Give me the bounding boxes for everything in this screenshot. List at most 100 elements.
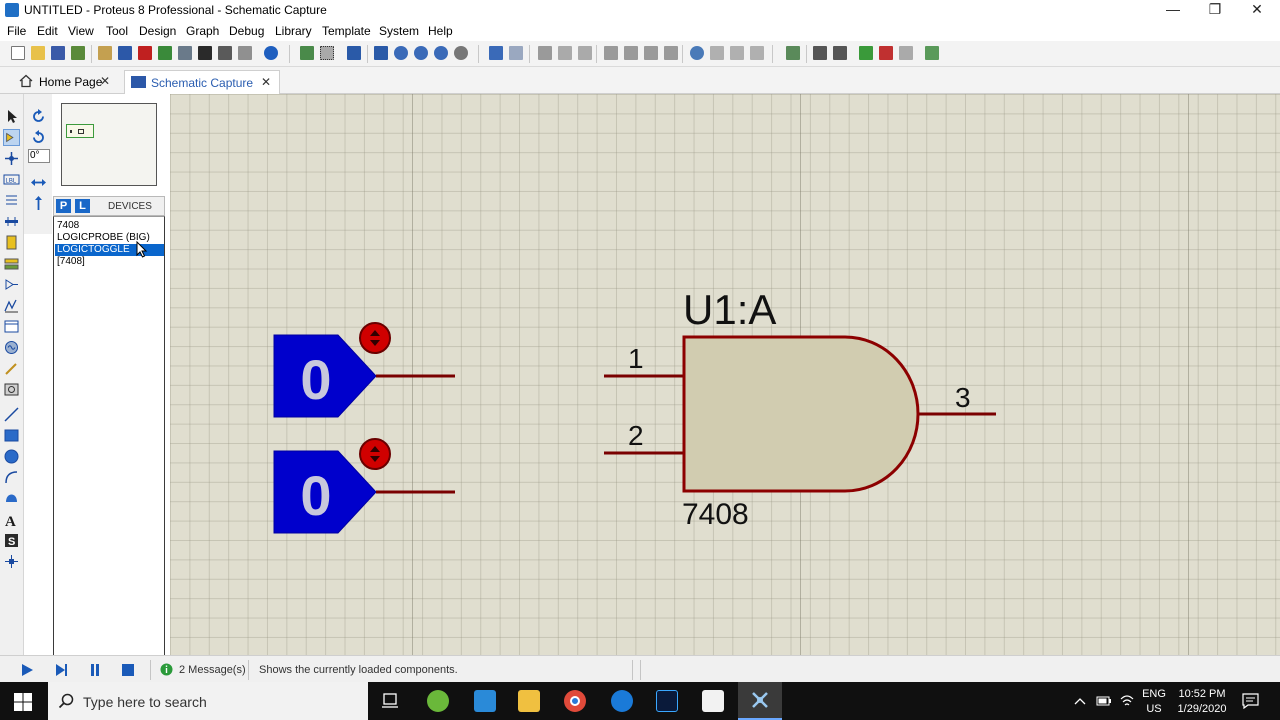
arc-draw-icon[interactable] xyxy=(3,469,20,486)
symbol-draw-icon[interactable]: S xyxy=(3,532,20,549)
generator-icon[interactable] xyxy=(3,339,20,356)
edge-icon[interactable] xyxy=(611,690,633,712)
rotate-anticlockwise-icon[interactable] xyxy=(30,129,47,146)
path-draw-icon[interactable] xyxy=(3,490,20,507)
buses-icon[interactable] xyxy=(3,213,20,230)
task-view-icon[interactable] xyxy=(380,692,400,710)
close-icon[interactable]: ✕ xyxy=(261,75,271,89)
app-icon-blue[interactable] xyxy=(474,690,496,712)
pause-icon[interactable] xyxy=(88,663,102,677)
wire-label-icon[interactable]: LBL xyxy=(3,171,20,188)
close-icon[interactable]: ✕ xyxy=(100,74,110,88)
mirror-horizontal-icon[interactable] xyxy=(30,174,47,191)
block-rotate-icon[interactable] xyxy=(642,44,660,62)
text-script-icon[interactable] xyxy=(3,192,20,209)
taskbar-search-box[interactable]: Type here to search xyxy=(48,682,368,720)
menu-file[interactable]: File xyxy=(7,24,26,38)
graph-mode-icon[interactable] xyxy=(3,297,20,314)
block-copy-icon[interactable] xyxy=(602,44,620,62)
3d-view-icon[interactable] xyxy=(176,44,194,62)
mirror-vertical-icon[interactable] xyxy=(30,195,47,212)
box-draw-icon[interactable] xyxy=(3,427,20,444)
library-manager-button[interactable]: L xyxy=(75,199,90,213)
line-draw-icon[interactable] xyxy=(3,406,20,423)
notifications-icon[interactable] xyxy=(1242,693,1259,709)
cut-icon[interactable] xyxy=(536,44,554,62)
zoom-out-icon[interactable] xyxy=(412,44,430,62)
logic-toggle-2[interactable]: 0 xyxy=(273,438,455,534)
store-icon[interactable] xyxy=(702,690,724,712)
toggle-2-button[interactable] xyxy=(359,438,391,470)
menu-edit[interactable]: Edit xyxy=(37,24,58,38)
menu-help[interactable]: Help xyxy=(428,24,453,38)
home-icon[interactable] xyxy=(96,44,114,62)
and-gate-u1a[interactable]: U1:A 7408 1 2 3 xyxy=(604,286,996,531)
pcb-icon[interactable] xyxy=(136,44,154,62)
block-move-icon[interactable] xyxy=(622,44,640,62)
virtual-instruments-icon[interactable] xyxy=(3,381,20,398)
paste-icon[interactable] xyxy=(576,44,594,62)
voltage-probe-icon[interactable] xyxy=(3,360,20,377)
minimize-button[interactable]: — xyxy=(1150,0,1196,21)
menu-system[interactable]: System xyxy=(379,24,419,38)
exit-to-parent-icon[interactable] xyxy=(897,44,915,62)
devices-list[interactable]: 7408 LOGICPROBE (BIG) LOGICTOGGLE [7408] xyxy=(53,216,165,656)
new-sheet-icon[interactable] xyxy=(857,44,875,62)
selection-mode-icon[interactable] xyxy=(3,108,20,125)
input-language[interactable]: ENG US xyxy=(1140,687,1168,717)
tape-recorder-icon[interactable] xyxy=(3,318,20,335)
subcircuit-icon[interactable] xyxy=(3,234,20,251)
refresh-icon[interactable] xyxy=(298,44,316,62)
windows-start-icon[interactable] xyxy=(14,693,32,711)
rotation-angle-input[interactable]: 0° xyxy=(28,149,50,163)
wifi-icon[interactable] xyxy=(1119,694,1135,708)
design-explorer-icon[interactable] xyxy=(236,44,254,62)
junction-dot-icon[interactable] xyxy=(3,150,20,167)
terminals-icon[interactable] xyxy=(3,255,20,272)
menu-view[interactable]: View xyxy=(68,24,94,38)
undo-icon[interactable] xyxy=(487,44,505,62)
gerber-icon[interactable] xyxy=(156,44,174,62)
tab-home-page[interactable]: Home Page ✕ xyxy=(14,70,118,94)
schematic-canvas[interactable]: 0 0 U1:A 7408 1 2 3 xyxy=(170,94,1280,655)
help-icon[interactable] xyxy=(262,44,280,62)
tab-schematic-capture[interactable]: Schematic Capture ✕ xyxy=(124,70,280,94)
block-delete-icon[interactable] xyxy=(662,44,680,62)
close-button[interactable]: ✕ xyxy=(1234,0,1280,21)
zoom-all-icon[interactable] xyxy=(432,44,450,62)
pick-device-icon[interactable] xyxy=(688,44,706,62)
marker-icon[interactable] xyxy=(3,553,20,570)
copy-icon[interactable] xyxy=(556,44,574,62)
grid-icon[interactable] xyxy=(318,44,336,62)
make-device-icon[interactable] xyxy=(708,44,726,62)
logic-toggle-1[interactable]: 0 xyxy=(273,322,455,418)
component-mode-icon[interactable] xyxy=(3,129,20,146)
menu-tool[interactable]: Tool xyxy=(106,24,128,38)
chrome-icon[interactable] xyxy=(564,690,586,712)
battery-icon[interactable] xyxy=(1096,695,1112,707)
netlist-icon[interactable] xyxy=(923,44,941,62)
file-explorer-icon[interactable] xyxy=(518,690,540,712)
stop-icon[interactable] xyxy=(121,663,135,677)
proteus-taskbar-button[interactable] xyxy=(738,682,782,720)
restore-button[interactable]: ❐ xyxy=(1192,0,1238,21)
toggle-1-button[interactable] xyxy=(359,322,391,354)
device-item[interactable]: 7408 xyxy=(55,220,164,232)
decompose-icon[interactable] xyxy=(748,44,766,62)
save-icon[interactable] xyxy=(49,44,67,62)
bom-icon[interactable] xyxy=(196,44,214,62)
packaging-tool-icon[interactable] xyxy=(728,44,746,62)
play-icon[interactable] xyxy=(20,663,34,677)
system-clock[interactable]: 10:52 PM 1/29/2020 xyxy=(1172,687,1232,717)
zoom-area-icon[interactable] xyxy=(452,44,470,62)
step-icon[interactable] xyxy=(54,663,68,677)
import-icon[interactable] xyxy=(69,44,87,62)
search-tag-icon[interactable] xyxy=(811,44,829,62)
menu-template[interactable]: Template xyxy=(322,24,371,38)
circle-draw-icon[interactable] xyxy=(3,448,20,465)
origin-icon[interactable] xyxy=(345,44,363,62)
text-draw-icon[interactable]: A xyxy=(3,511,20,528)
schematic-icon[interactable] xyxy=(116,44,134,62)
device-pins-icon[interactable] xyxy=(3,276,20,293)
messages-count[interactable]: 2 Message(s) xyxy=(179,664,246,676)
